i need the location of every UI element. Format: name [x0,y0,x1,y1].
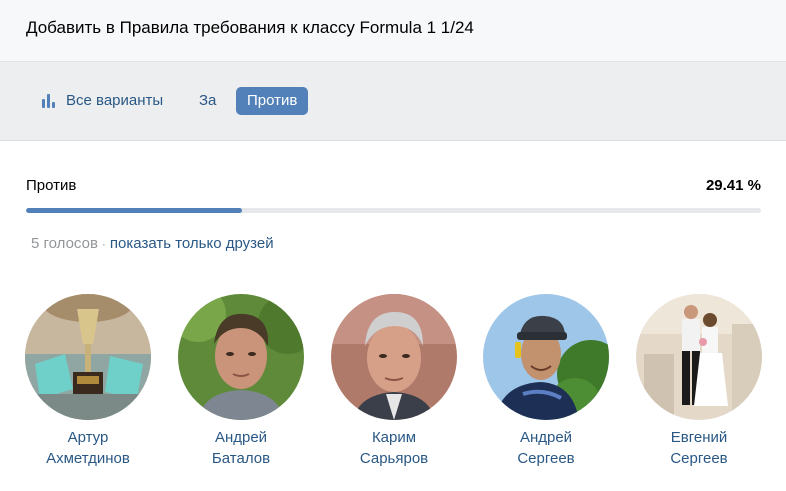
votes-count: 5 голосов [31,235,98,252]
voter-last-name: Сергеев [517,450,575,467]
avatar[interactable] [178,294,304,420]
option-percent: 29.41 % [705,177,761,194]
avatar[interactable] [636,294,762,420]
progress-track [26,208,761,213]
voter-last-name: Баталов [211,450,271,467]
voter-item[interactable]: Андрей Баталов [166,294,316,469]
trophy-photo [25,294,151,420]
progress-fill [26,208,243,213]
show-friends-only-link[interactable]: показать только друзей [110,235,274,252]
man-photo [483,294,609,420]
voter-last-name: Сергеев [670,450,728,467]
voter-item[interactable]: Андрей Сергеев [471,294,621,469]
avatar[interactable] [25,294,151,420]
bar-chart-icon [42,94,58,108]
poll-header: Добавить в Правила требования к классу F… [0,0,786,62]
separator-dot: · [101,237,106,251]
voter-last-name: Сарьяров [359,450,429,467]
voter-item[interactable]: Евгений Сергеев [624,294,774,469]
voter-name[interactable]: Евгений Сергеев [624,427,774,469]
avatar[interactable] [331,294,457,420]
filter-bar: Все варианты За Против [0,62,786,141]
voter-item[interactable]: Артур Ахметдинов [13,294,163,469]
voter-first-name: Андрей [214,429,268,446]
tab-against[interactable]: Против [236,87,309,115]
voters-list: Артур Ахметдинов Андрей Баталов Карим Са… [0,294,786,474]
voter-first-name: Карим [371,429,417,446]
voter-last-name: Ахметдинов [46,450,130,467]
option-label: Против [26,177,77,194]
avatar[interactable] [483,294,609,420]
voter-first-name: Андрей [519,429,573,446]
wedding-photo [636,294,762,420]
voter-first-name: Евгений [670,429,728,446]
man-photo [178,294,304,420]
voter-first-name: Артур [67,429,109,446]
tab-for[interactable]: За [199,87,216,115]
voter-name[interactable]: Артур Ахметдинов [13,427,163,469]
voter-name[interactable]: Андрей Баталов [166,427,316,469]
votes-line: 5 голосов · показать только друзей [31,235,274,252]
voter-item[interactable]: Карим Сарьяров [319,294,469,469]
poll-title: Добавить в Правила требования к классу F… [26,18,474,37]
tab-all-options[interactable]: Все варианты [42,87,163,115]
tab-all-options-label: Все варианты [66,92,164,109]
voter-name[interactable]: Андрей Сергеев [471,427,621,469]
voter-name[interactable]: Карим Сарьяров [319,427,469,469]
man-photo [331,294,457,420]
